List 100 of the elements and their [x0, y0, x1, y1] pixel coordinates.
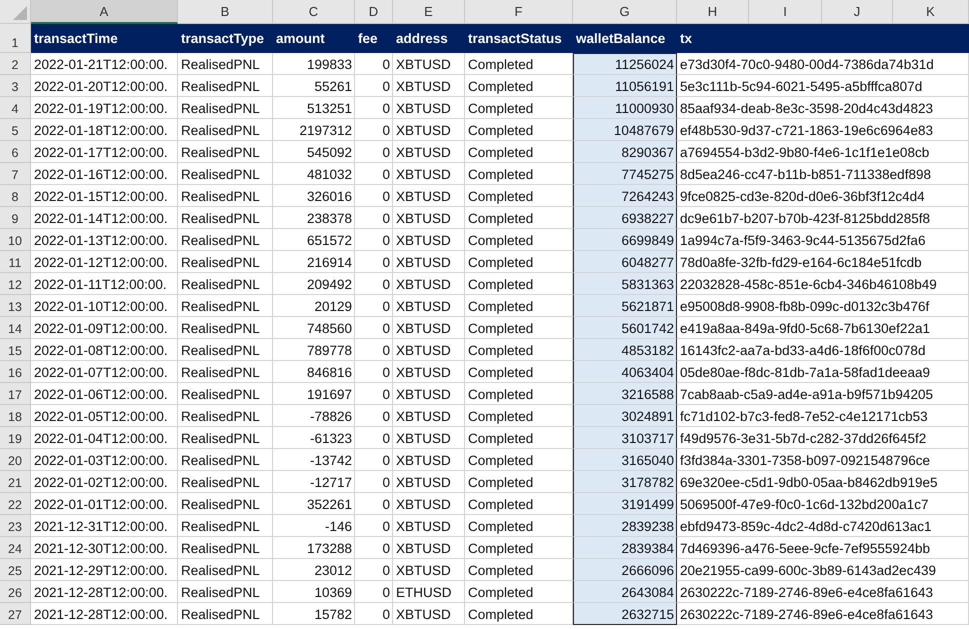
row-number[interactable]: 9 [0, 207, 31, 229]
table-cell: 846816 [273, 361, 355, 383]
row-number[interactable]: 12 [0, 273, 31, 295]
table-cell: 5621871 [573, 295, 677, 317]
table-cell: 2022-01-20T12:00:00. [31, 75, 178, 97]
table-cell: ef48b530-9d37-c721-1863-19e6c6964e83 [677, 119, 969, 141]
table-cell: ETHUSD [393, 581, 465, 603]
table-cell: 2022-01-10T12:00:00. [31, 295, 178, 317]
table-cell: 651572 [273, 229, 355, 251]
table-cell: 0 [355, 339, 393, 361]
table-cell: 0 [355, 427, 393, 449]
table-cell: 0 [355, 97, 393, 119]
table-cell: 2022-01-11T12:00:00. [31, 273, 178, 295]
row-number[interactable]: 19 [0, 427, 31, 449]
select-all-icon[interactable] [13, 6, 27, 20]
row-number[interactable]: 6 [0, 141, 31, 163]
table-cell: XBTUSD [393, 251, 465, 273]
row-number[interactable]: 18 [0, 405, 31, 427]
table-cell: RealisedPNL [178, 75, 273, 97]
row-number[interactable]: 11 [0, 251, 31, 273]
row-number[interactable]: 24 [0, 537, 31, 559]
row-number[interactable]: 14 [0, 317, 31, 339]
table-cell: 6048277 [573, 251, 677, 273]
table-cell: 2021-12-28T12:00:00. [31, 581, 178, 603]
table-cell: 23012 [273, 559, 355, 581]
column-header[interactable]: E [393, 0, 465, 24]
column-header[interactable]: D [355, 0, 393, 24]
table-cell: 513251 [273, 97, 355, 119]
table-cell: 5601742 [573, 317, 677, 339]
table-cell: -78826 [273, 405, 355, 427]
row-number[interactable]: 13 [0, 295, 31, 317]
table-cell: 5069500f-47e9-f0c0-1c6d-132bd200a1c7 [677, 493, 969, 515]
row-number[interactable]: 4 [0, 97, 31, 119]
table-cell: 2839384 [573, 537, 677, 559]
table-cell: RealisedPNL [178, 317, 273, 339]
header-cell: tx [677, 24, 749, 53]
column-header[interactable]: H [677, 0, 749, 24]
row-number[interactable]: 20 [0, 449, 31, 471]
column-header[interactable]: G [573, 0, 677, 24]
table-cell: -146 [273, 515, 355, 537]
table-cell: 545092 [273, 141, 355, 163]
column-header[interactable]: A [31, 0, 178, 24]
table-cell: RealisedPNL [178, 163, 273, 185]
row-number[interactable]: 26 [0, 581, 31, 603]
column-header[interactable]: F [465, 0, 573, 24]
row-number[interactable]: 10 [0, 229, 31, 251]
column-header[interactable]: C [273, 0, 355, 24]
row-number[interactable]: 15 [0, 339, 31, 361]
table-cell: XBTUSD [393, 361, 465, 383]
table-cell: 69e320ee-c5d1-9db0-05aa-b8462db919e5 [677, 471, 969, 493]
row-number[interactable]: 16 [0, 361, 31, 383]
table-cell: 7264243 [573, 185, 677, 207]
table-cell: RealisedPNL [178, 405, 273, 427]
table-cell: 191697 [273, 383, 355, 405]
table-cell: XBTUSD [393, 141, 465, 163]
table-cell: RealisedPNL [178, 251, 273, 273]
row-number[interactable]: 3 [0, 75, 31, 97]
table-cell: 0 [355, 559, 393, 581]
table-cell: RealisedPNL [178, 581, 273, 603]
table-cell: 6938227 [573, 207, 677, 229]
table-cell: XBTUSD [393, 537, 465, 559]
header-cell: walletBalance [573, 24, 677, 53]
row-number[interactable]: 7 [0, 163, 31, 185]
table-cell: 3165040 [573, 449, 677, 471]
table-cell: 10487679 [573, 119, 677, 141]
table-cell: 2022-01-09T12:00:00. [31, 317, 178, 339]
table-cell: 0 [355, 537, 393, 559]
column-header[interactable]: K [893, 0, 969, 24]
header-cell: transactType [178, 24, 273, 53]
table-cell: 4853182 [573, 339, 677, 361]
table-cell: 9fce0825-cd3e-820d-d0e6-36bf3f12c4d4 [677, 185, 969, 207]
row-number[interactable]: 5 [0, 119, 31, 141]
table-cell: 11056191 [573, 75, 677, 97]
table-cell: 0 [355, 405, 393, 427]
table-cell: f49d9576-3e31-5b7d-c282-37dd26f645f2 [677, 427, 969, 449]
column-header[interactable]: I [749, 0, 822, 24]
table-cell: 0 [355, 471, 393, 493]
row-number[interactable]: 27 [0, 603, 31, 625]
table-cell: e73d30f4-70c0-9480-00d4-7386da74b31d [677, 53, 969, 75]
row-number[interactable]: 2 [0, 53, 31, 75]
row-number[interactable]: 25 [0, 559, 31, 581]
table-cell: 2022-01-18T12:00:00. [31, 119, 178, 141]
column-header[interactable]: J [822, 0, 893, 24]
row-number[interactable]: 23 [0, 515, 31, 537]
table-cell: 0 [355, 515, 393, 537]
table-cell: 2630222c-7189-2746-89e6-e4ce8fa61643 [677, 603, 969, 625]
row-number[interactable]: 8 [0, 185, 31, 207]
table-cell: XBTUSD [393, 295, 465, 317]
row-number[interactable]: 1 [0, 24, 31, 53]
table-cell: 8290367 [573, 141, 677, 163]
row-number[interactable]: 22 [0, 493, 31, 515]
table-cell: XBTUSD [393, 603, 465, 625]
table-cell: RealisedPNL [178, 273, 273, 295]
table-cell: 11000930 [573, 97, 677, 119]
row-number[interactable]: 21 [0, 471, 31, 493]
table-cell: 22032828-458c-851e-6cb4-346b46108b49 [677, 273, 969, 295]
table-cell: 0 [355, 449, 393, 471]
table-cell: 4063404 [573, 361, 677, 383]
column-header[interactable]: B [178, 0, 273, 24]
row-number[interactable]: 17 [0, 383, 31, 405]
